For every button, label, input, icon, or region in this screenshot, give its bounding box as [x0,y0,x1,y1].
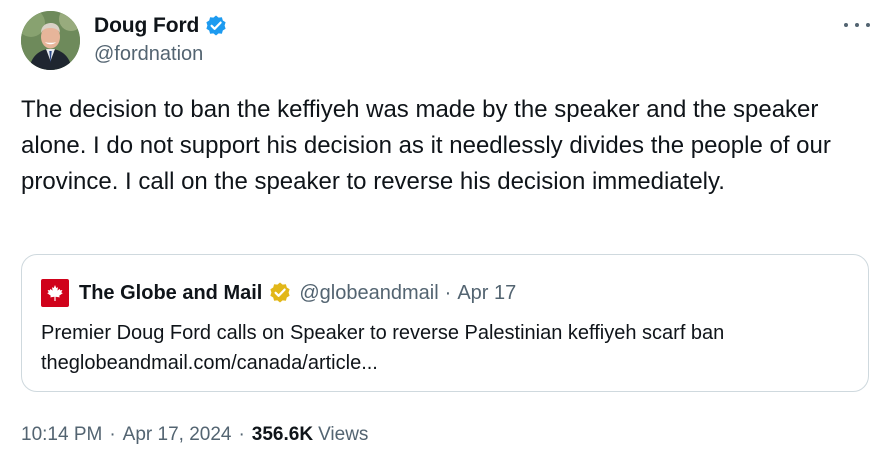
separator: · [238,424,245,445]
quoted-tweet-header: The Globe and Mail @globeandmail · Apr 1… [41,279,516,307]
tweet: Doug Ford @fordnation The decision to ba… [0,0,896,449]
avatar[interactable] [21,11,80,70]
tweet-meta: 10:14 PM · Apr 17, 2024 · 356.6K Views [21,421,368,449]
author-info: Doug Ford @fordnation [94,12,228,66]
globe-and-mail-logo-icon[interactable] [41,279,69,307]
quoted-link-text: theglobeandmail.com/canada/article... [41,352,378,374]
separator: · [444,281,452,304]
more-horizontal-icon[interactable] [844,18,870,32]
quoted-tweet-text: Premier Doug Ford calls on Speaker to re… [41,318,861,378]
author-name[interactable]: Doug Ford [94,14,199,38]
gold-verified-badge-icon[interactable] [268,281,292,305]
tweet-text: The decision to ban the keffiyeh was mad… [21,96,831,195]
quoted-date: Apr 17 [457,281,517,304]
quoted-author-handle: @globeandmail [299,281,439,304]
views-count: 356.6K [251,424,314,445]
author-handle[interactable]: @fordnation [94,43,228,66]
verified-badge-icon[interactable] [204,14,228,38]
tweet-date[interactable]: Apr 17, 2024 [123,424,232,446]
avatar-photo [21,11,80,70]
views-label: Views [318,424,369,445]
tweet-time[interactable]: 10:14 PM [21,424,102,446]
separator: · [109,424,116,445]
dot [855,23,859,27]
quoted-tweet[interactable]: The Globe and Mail @globeandmail · Apr 1… [21,254,869,392]
maple-leaf-icon [47,285,63,301]
dot [844,23,848,27]
quoted-author-name: The Globe and Mail [79,281,263,304]
dot [866,23,870,27]
quoted-text-line: Premier Doug Ford calls on Speaker to re… [41,322,725,344]
